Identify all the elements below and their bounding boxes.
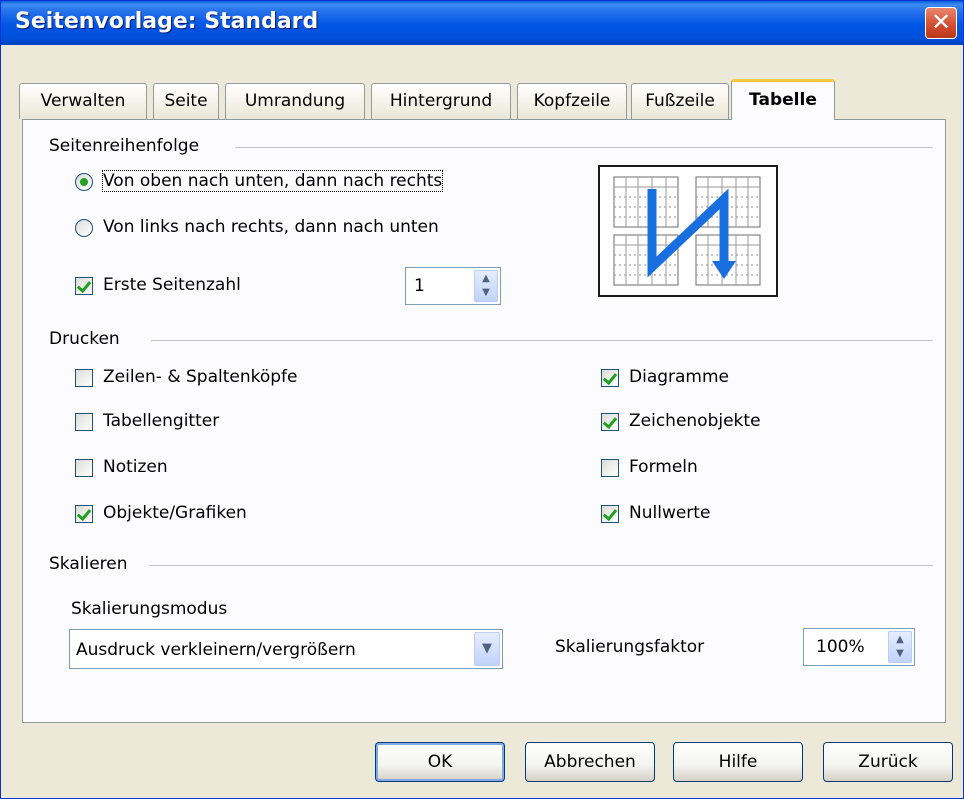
separator: [149, 565, 933, 566]
tab-verwalten[interactable]: Verwalten: [19, 83, 147, 119]
radio-top-to-bottom[interactable]: [75, 173, 93, 191]
print-grid-checkbox[interactable]: [75, 413, 93, 431]
print-notes-label[interactable]: Notizen: [103, 457, 168, 477]
spin-arrows-icon[interactable]: ▲ ▼: [888, 631, 912, 663]
help-button[interactable]: Hilfe: [673, 742, 803, 782]
first-page-number-stepper[interactable]: 1 ▲ ▼: [405, 267, 501, 305]
first-page-number-checkbox[interactable]: [75, 277, 93, 295]
print-zero-values-label[interactable]: Nullwerte: [629, 503, 710, 523]
page-order-preview-image: [598, 165, 778, 297]
tab-kopfzeile[interactable]: Kopfzeile: [517, 83, 627, 119]
page-order-preview-icon: [613, 176, 761, 286]
group-title-print: Drucken: [49, 329, 120, 349]
chevron-down-icon[interactable]: ▼: [474, 632, 500, 666]
print-formulas-label[interactable]: Formeln: [629, 457, 698, 477]
dialog-title: Seitenvorlage: Standard: [15, 9, 319, 34]
scale-mode-value: Ausdruck verkleinern/vergrößern: [76, 640, 356, 660]
close-icon: ✕: [930, 8, 952, 36]
separator: [151, 340, 933, 341]
close-button[interactable]: ✕: [925, 7, 957, 39]
scale-mode-label: Skalierungsmodus: [71, 599, 228, 619]
print-objects-label[interactable]: Objekte/Grafiken: [103, 503, 247, 523]
tab-strip: Verwalten Seite Umrandung Hintergrund Ko…: [19, 79, 949, 120]
title-bar[interactable]: Seitenvorlage: Standard ✕: [1, 1, 963, 45]
print-drawings-label[interactable]: Zeichenobjekte: [629, 411, 761, 431]
spin-arrows-icon[interactable]: ▲ ▼: [474, 270, 498, 302]
reset-button[interactable]: Zurück: [823, 742, 953, 782]
print-notes-checkbox[interactable]: [75, 459, 93, 477]
print-drawings-checkbox[interactable]: [601, 413, 619, 431]
scale-factor-label: Skalierungsfaktor: [555, 637, 705, 657]
cancel-button[interactable]: Abbrechen: [525, 742, 655, 782]
print-headers-checkbox[interactable]: [75, 369, 93, 387]
tab-hintergrund[interactable]: Hintergrund: [371, 83, 511, 119]
print-objects-checkbox[interactable]: [75, 505, 93, 523]
tab-tabelle[interactable]: Tabelle: [731, 79, 835, 120]
print-grid-label[interactable]: Tabellengitter: [103, 411, 219, 431]
first-page-number-label[interactable]: Erste Seitenzahl: [103, 275, 241, 295]
radio-left-to-right[interactable]: [75, 219, 93, 237]
tab-seite[interactable]: Seite: [153, 83, 219, 119]
print-formulas-checkbox[interactable]: [601, 459, 619, 477]
group-title-page-order: Seitenreihenfolge: [49, 136, 200, 156]
tab-fusszeile[interactable]: Fußzeile: [631, 83, 729, 119]
print-zero-values-checkbox[interactable]: [601, 505, 619, 523]
scale-factor-value: 100%: [816, 637, 865, 657]
tab-umrandung[interactable]: Umrandung: [225, 83, 365, 119]
first-page-number-value: 1: [414, 276, 425, 296]
separator: [235, 147, 933, 148]
print-charts-label[interactable]: Diagramme: [629, 367, 729, 387]
radio-left-to-right-label[interactable]: Von links nach rechts, dann nach unten: [103, 217, 439, 237]
radio-top-to-bottom-label[interactable]: Von oben nach unten, dann nach rechts: [101, 170, 444, 192]
group-title-scale: Skalieren: [49, 554, 128, 574]
page-style-dialog: Seitenvorlage: Standard ✕ Verwalten Seit…: [0, 0, 964, 799]
scale-mode-select[interactable]: Ausdruck verkleinern/vergrößern ▼: [69, 629, 503, 669]
ok-button[interactable]: OK: [375, 742, 505, 782]
print-charts-checkbox[interactable]: [601, 369, 619, 387]
print-headers-label[interactable]: Zeilen- & Spaltenköpfe: [103, 367, 297, 387]
scale-factor-stepper[interactable]: 100% ▲ ▼: [803, 628, 915, 666]
